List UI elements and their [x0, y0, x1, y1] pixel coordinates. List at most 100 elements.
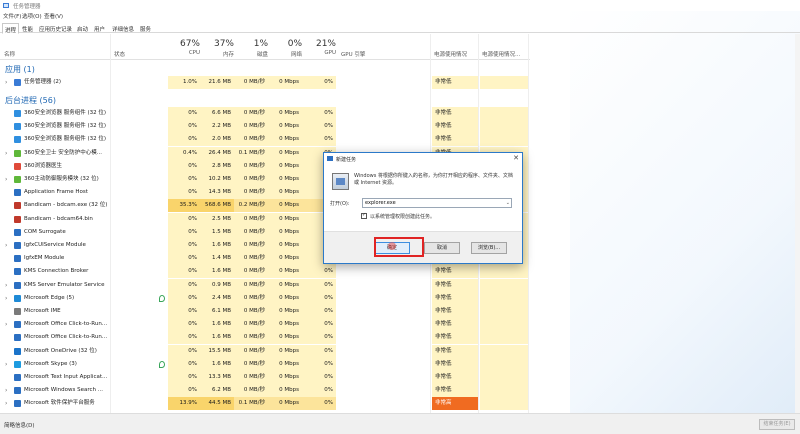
table-row[interactable]: 360安全浏览器 服务组件 (32 位) 0% 2.2 MB 0 MB/秒 0 Mbps… [0, 120, 530, 134]
table-row[interactable]: › Microsoft Edge (5) 0% 2.4 MB 0 MB/秒 0 Mbps 0… [0, 291, 530, 305]
header-mem-pct[interactable]: 37% [200, 39, 234, 49]
cpu-cell: 0% [168, 305, 200, 318]
background-decoration [570, 0, 800, 434]
close-icon[interactable]: ✕ [513, 154, 519, 163]
table-row[interactable]: › KMS Server Emulator Service 0% 0.9 MB 0 MB… [0, 278, 530, 292]
power-cell: 非常低 [432, 371, 478, 384]
net-cell: 0 Mbps [268, 199, 302, 213]
process-name: 360浏览器医生 [24, 162, 62, 169]
admin-checkbox-label[interactable]: 以系统管理权限创建此任务。 [370, 213, 435, 220]
disk-cell: 0 MB/秒 [234, 291, 268, 305]
chevron-down-icon[interactable]: ⌄ [506, 199, 510, 207]
power-trend-cell [480, 318, 528, 332]
tab-startup[interactable]: 启动 [75, 23, 90, 33]
table-row[interactable]: Microsoft OneDrive (32 位) 0% 15.5 MB 0 MB/秒… [0, 344, 530, 358]
admin-checkbox[interactable] [361, 212, 367, 219]
disk-cell: 0 MB/秒 [234, 278, 268, 292]
chevron-right-icon[interactable]: › [5, 384, 7, 397]
table-row[interactable]: › Microsoft Windows Search ... 0% 6.2 MB 0 M… [0, 384, 530, 398]
mem-cell: 2.5 MB [200, 212, 234, 226]
table-row[interactable]: › Microsoft Office Click-to-Run... 0% 1.6 M… [0, 318, 530, 332]
task-manager-window: 任务管理器 文件(F) 选项(O) 查看(V) 进程 性能 应用历史记录 启动 … [0, 0, 800, 434]
vertical-scrollbar[interactable] [795, 34, 800, 413]
table-row[interactable]: › 任务管理器 (2) 1.0% 21.6 MB 0 MB/秒 0 Mbps 0% 非常低 [0, 76, 530, 89]
table-row[interactable]: KMS Connection Broker 0% 1.6 MB 0 MB/秒 0 Mbp… [0, 265, 530, 279]
disk-cell: 0 MB/秒 [234, 133, 268, 147]
header-disk-pct[interactable]: 1% [234, 39, 268, 49]
edge-icon [14, 294, 21, 302]
table-row[interactable]: › Microsoft Skype (3) 0% 1.6 MB 0 MB/秒 0 Mbps… [0, 357, 530, 371]
power-cell: 非常低 [432, 107, 478, 120]
status-bar: 简略信息(D) 结束任务(E) [0, 413, 800, 434]
chevron-right-icon[interactable]: › [5, 76, 7, 89]
header-power[interactable]: 电源使用情况 [434, 50, 467, 58]
table-row[interactable]: Microsoft Office Click-to-Run... 0% 1.6 MB… [0, 331, 530, 345]
window-title: 任务管理器 [13, 4, 41, 10]
power-cell: 非常低 [432, 278, 478, 292]
cpu-cell: 0% [168, 344, 200, 358]
table-row[interactable]: › Microsoft 软件保护平台服务 13.9% 44.5 MB 0.1 MB/秒 0… [0, 397, 530, 411]
tab-services[interactable]: 服务 [138, 23, 153, 33]
open-input-value: explorer.exe [365, 200, 396, 206]
dialog-title-bar: 新建任务 ✕ [324, 153, 522, 164]
header-disk[interactable]: 磁盘 [234, 50, 268, 58]
chevron-right-icon[interactable]: › [5, 318, 7, 331]
header-gpu[interactable]: GPU [302, 50, 336, 56]
cancel-button[interactable]: 取消 [424, 242, 460, 254]
net-cell: 0 Mbps [268, 384, 302, 398]
header-cpu-pct[interactable]: 67% [168, 39, 200, 49]
table-row[interactable]: 360安全浏览器 服务组件 (32 位) 0% 6.6 MB 0 MB/秒 0 Mbps… [0, 107, 530, 120]
chevron-right-icon[interactable]: › [5, 279, 7, 292]
gpu-cell: 0% [302, 397, 336, 411]
chevron-right-icon[interactable]: › [5, 173, 7, 186]
dialog-title: 新建任务 [336, 157, 357, 163]
open-input[interactable]: explorer.exe ⌄ [362, 198, 512, 208]
disk-cell: 0.1 MB/秒 [234, 146, 268, 160]
table-row[interactable]: Microsoft Text Input Applicat... 0% 13.3 M… [0, 371, 530, 384]
fewer-details-link[interactable]: 简略信息(D) [4, 421, 35, 429]
net-cell: 0 Mbps [268, 305, 302, 318]
gpu-cell: 0% [302, 133, 336, 147]
menu-options[interactable]: 选项(O) [22, 12, 42, 20]
menu-view[interactable]: 查看(V) [44, 12, 63, 20]
office-icon [14, 321, 21, 329]
header-name[interactable]: 名称 [4, 50, 15, 58]
tab-users[interactable]: 用户 [92, 23, 107, 33]
disk-cell: 0 MB/秒 [234, 357, 268, 371]
net-cell: 0 Mbps [268, 186, 302, 200]
disk-cell: 0 MB/秒 [234, 173, 268, 186]
chevron-right-icon[interactable]: › [5, 397, 7, 410]
header-mem[interactable]: 内存 [200, 50, 234, 58]
table-row[interactable]: 360安全浏览器 服务组件 (32 位) 0% 2.0 MB 0 MB/秒 0 Mbps… [0, 133, 530, 147]
header-status[interactable]: 状态 [114, 50, 125, 58]
process-name: KMS Server Emulator Service [24, 281, 105, 288]
header-cpu[interactable]: CPU [168, 50, 200, 56]
gpu-cell: 0% [302, 107, 336, 120]
menu-file[interactable]: 文件(F) [3, 12, 21, 20]
dialog-description: Windows 将根据你所键入的名称，为你打开相应的程序、文件夹、文档或 Int… [354, 173, 513, 186]
chevron-right-icon[interactable]: › [5, 239, 7, 252]
process-name: 360安全浏览器 服务组件 (32 位) [24, 136, 107, 143]
process-name: 360主动防御服务模块 (32 位) [24, 176, 99, 182]
header-gpu-engine[interactable]: GPU 引擎 [341, 50, 365, 58]
header-power-trend[interactable]: 电源使用情况... [482, 50, 520, 58]
header-net[interactable]: 网络 [268, 50, 302, 58]
browse-button[interactable]: 浏览(B)... [471, 242, 507, 254]
chevron-right-icon[interactable]: › [5, 292, 7, 305]
tab-processes[interactable]: 进程 [2, 23, 20, 34]
end-task-button[interactable]: 结束任务(E) [759, 419, 795, 430]
header-gpu-pct[interactable]: 21% [302, 39, 336, 49]
net-cell: 0 Mbps [268, 371, 302, 384]
tab-performance[interactable]: 性能 [20, 23, 35, 33]
net-cell: 0 Mbps [268, 357, 302, 371]
tab-app-history[interactable]: 应用历史记录 [37, 23, 74, 33]
header-net-pct[interactable]: 0% [268, 39, 302, 49]
disk-cell: 0 MB/秒 [234, 371, 268, 384]
gpu-cell: 0% [302, 120, 336, 134]
service-icon [14, 268, 21, 276]
table-row[interactable]: Microsoft IME 0% 6.1 MB 0 MB/秒 0 Mbps 0% 非常低 [0, 305, 530, 318]
chevron-right-icon[interactable]: › [5, 358, 7, 371]
gpu-cell: 0% [302, 344, 336, 358]
chevron-right-icon[interactable]: › [5, 147, 7, 160]
tab-details[interactable]: 详细信息 [110, 23, 136, 33]
